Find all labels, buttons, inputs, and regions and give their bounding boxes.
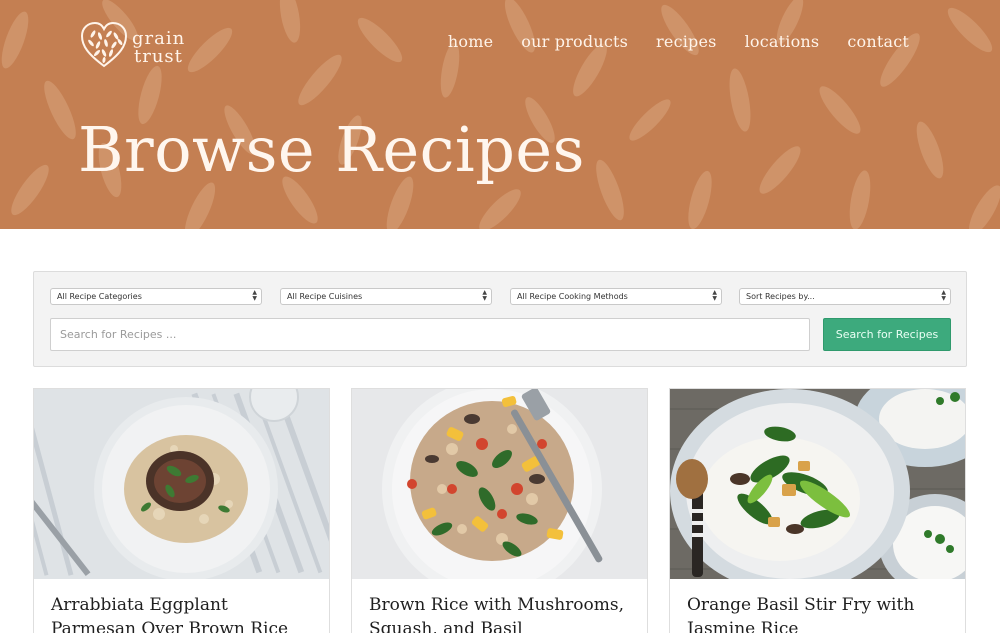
select-arrows-icon: ▲ ▼ [252,289,257,302]
eggplant-dish-illustration [34,389,329,579]
nav-our-products[interactable]: our products [521,32,628,51]
recipe-card[interactable]: Arrabbiata Eggplant Parmesan Over Brown … [33,388,330,633]
mushroom-squash-dish-illustration [352,389,647,579]
recipe-title[interactable]: Arrabbiata Eggplant Parmesan Over Brown … [51,593,316,633]
recipe-title[interactable]: Brown Rice with Mushrooms, Squash, and B… [369,593,634,633]
sort-select[interactable]: Sort Recipes by... ▲ ▼ [739,288,951,305]
recipe-title[interactable]: Orange Basil Stir Fry with Jasmine Rice [687,593,952,633]
brand-logo[interactable]: grain trust [80,22,195,68]
recipe-photo[interactable] [352,389,647,579]
main-nav: home our products recipes locations cont… [448,32,909,51]
select-arrows-icon: ▲ ▼ [941,289,946,302]
heart-grain-logo-icon [80,22,128,68]
hero-banner: grain trust home our products recipes lo… [0,0,1000,229]
sort-select-value: Sort Recipes by... [746,292,815,301]
recipe-filter-panel: All Recipe Categories ▲ ▼ All Recipe Cuis… [33,271,967,367]
recipe-photo[interactable] [34,389,329,579]
nav-home[interactable]: home [448,32,493,51]
cooking-method-select[interactable]: All Recipe Cooking Methods ▲ ▼ [510,288,722,305]
nav-recipes[interactable]: recipes [656,32,717,51]
recipe-card[interactable]: Orange Basil Stir Fry with Jasmine Rice [669,388,966,633]
select-arrows-icon: ▲ ▼ [482,289,487,302]
recipe-card[interactable]: Brown Rice with Mushrooms, Squash, and B… [351,388,648,633]
stir-fry-dish-illustration [670,389,965,579]
page-title: Browse Recipes [78,113,585,186]
recipe-photo[interactable] [670,389,965,579]
recipe-search-input[interactable]: Search for Recipes ... [50,318,810,351]
cuisine-select-value: All Recipe Cuisines [287,292,363,301]
recipe-search-placeholder: Search for Recipes ... [60,328,177,341]
nav-locations[interactable]: locations [745,32,820,51]
search-recipes-button[interactable]: Search for Recipes [823,318,951,351]
brand-wordmark-line2: trust [134,46,183,67]
category-select-value: All Recipe Categories [57,292,142,301]
cuisine-select[interactable]: All Recipe Cuisines ▲ ▼ [280,288,492,305]
category-select[interactable]: All Recipe Categories ▲ ▼ [50,288,262,305]
select-arrows-icon: ▲ ▼ [712,289,717,302]
cooking-method-select-value: All Recipe Cooking Methods [517,292,628,301]
brand-wordmark: grain trust [132,30,185,66]
nav-contact[interactable]: contact [847,32,909,51]
